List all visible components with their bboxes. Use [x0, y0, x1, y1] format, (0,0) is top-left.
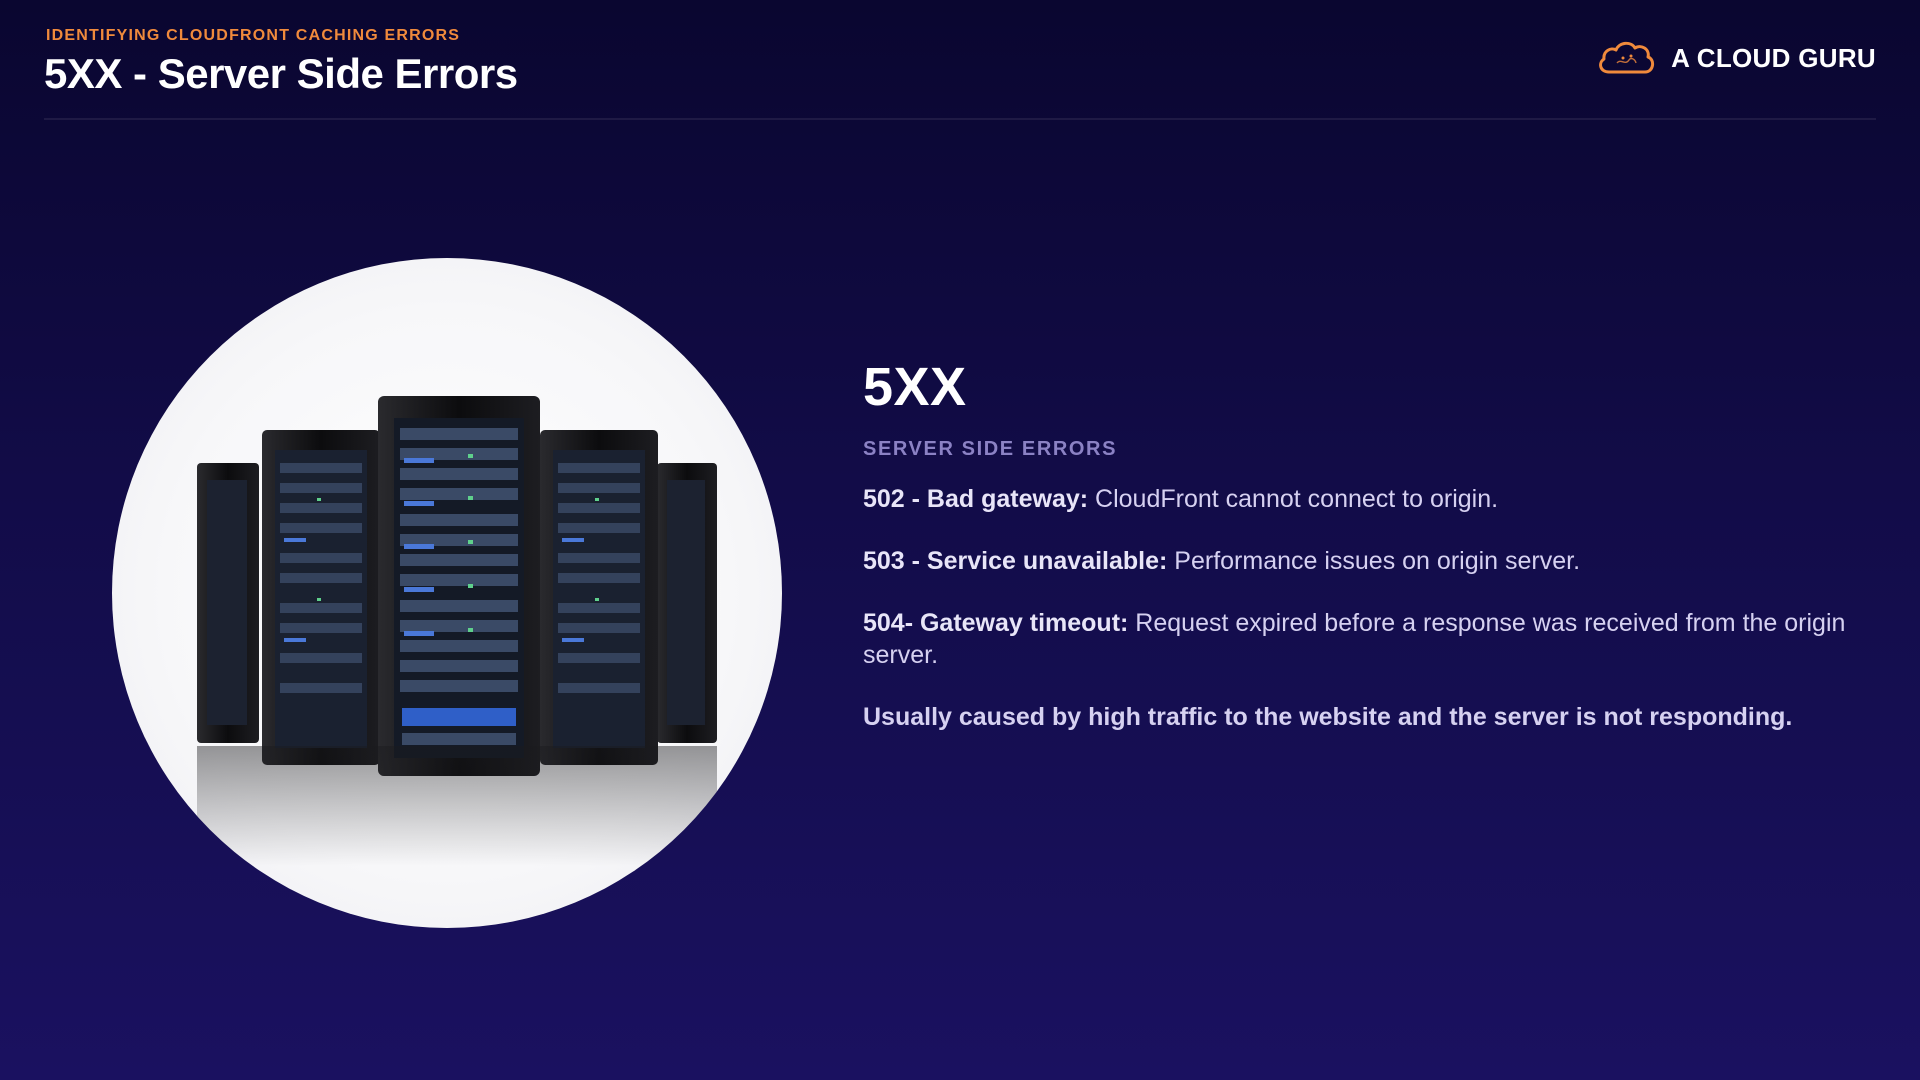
list-item-502: 502 - Bad gateway: CloudFront cannot con… [863, 483, 1863, 515]
content-panel: 5XX SERVER SIDE ERRORS 502 - Bad gateway… [863, 360, 1863, 733]
item-lead: 504- Gateway timeout: [863, 609, 1129, 637]
item-text: CloudFront cannot connect to origin. [1088, 485, 1499, 513]
section-label: IDENTIFYING CLOUDFRONT CACHING ERRORS [46, 27, 461, 44]
cloud-logo-icon [1599, 41, 1655, 74]
item-lead: 503 - Service unavailable: [863, 547, 1168, 575]
summary-note: Usually caused by high traffic to the we… [863, 703, 1793, 731]
item-text: Performance issues on origin server. [1167, 547, 1581, 575]
brand-logo: A CLOUD GURU [1595, 38, 1876, 78]
content-subheading: SERVER SIDE ERRORS [863, 438, 1118, 460]
slide-header: IDENTIFYING CLOUDFRONT CACHING ERRORS 5X… [0, 0, 1920, 122]
list-item-503: 503 - Service unavailable: Performance i… [863, 545, 1863, 577]
brand-name: A CLOUD GURU [1671, 42, 1876, 73]
page-title: 5XX - Server Side Errors [44, 50, 518, 97]
header-divider [44, 118, 1876, 120]
content-heading: 5XX [863, 357, 967, 417]
hero-image [112, 258, 782, 928]
list-item-504: 504- Gateway timeout: Request expired be… [863, 607, 1863, 671]
item-lead: 502 - Bad gateway: [863, 485, 1089, 513]
server-racks-icon [197, 396, 717, 866]
